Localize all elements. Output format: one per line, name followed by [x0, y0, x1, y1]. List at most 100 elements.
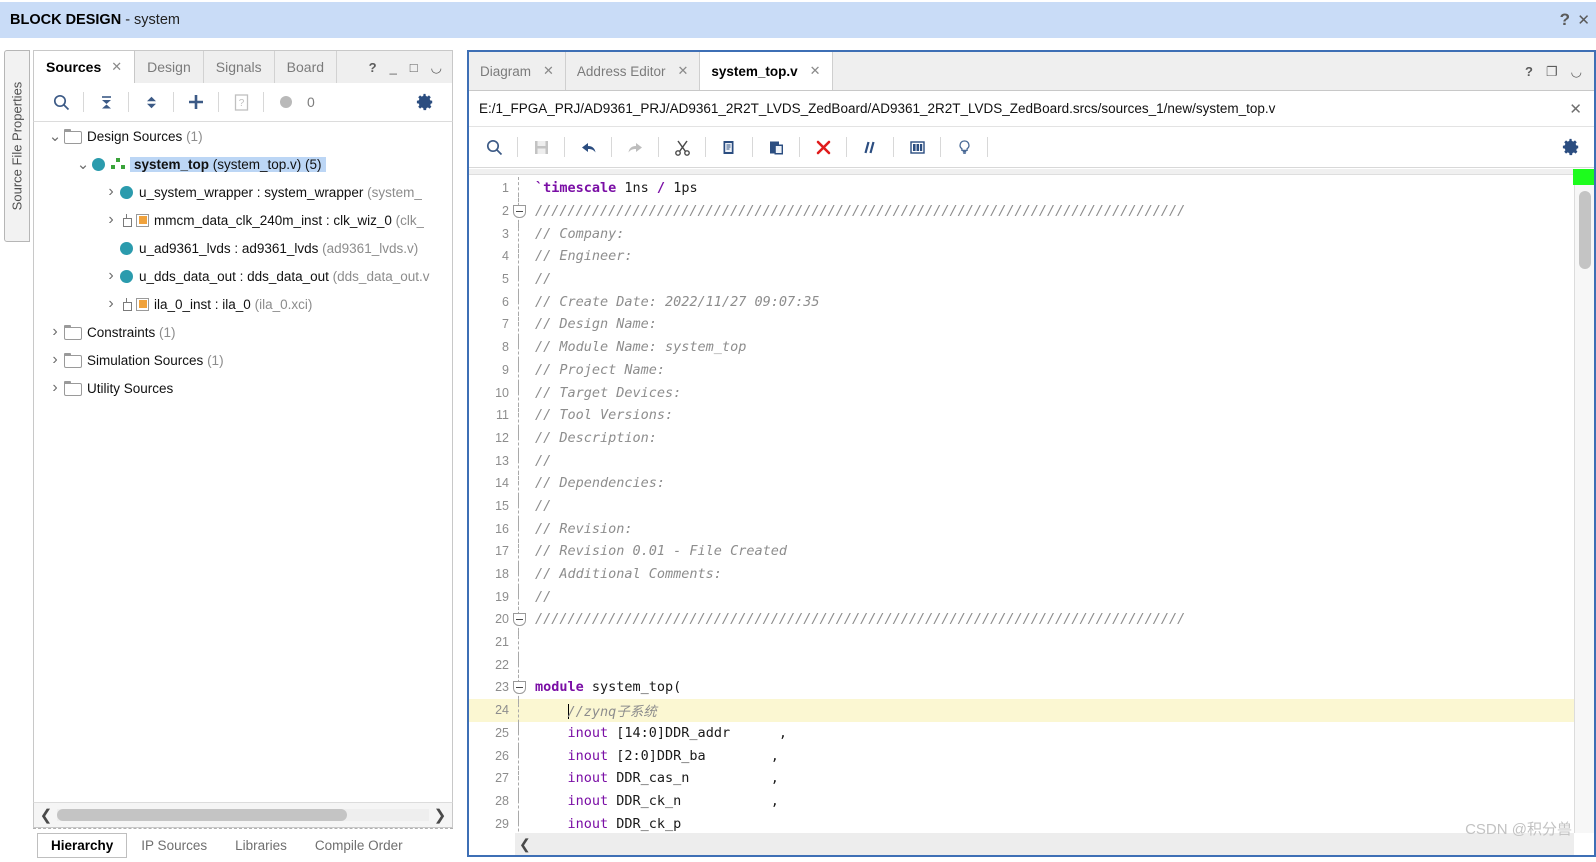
tree-item[interactable]: ⌄system_top (system_top.v) (5) [34, 150, 452, 178]
chevron-right-icon[interactable]: › [46, 379, 64, 397]
chevron-right-icon[interactable]: › [102, 267, 120, 285]
comment-icon[interactable] [853, 132, 887, 162]
code-line[interactable]: 19// [469, 585, 1594, 608]
code-line[interactable]: 15// [469, 495, 1594, 518]
tree-item[interactable]: ›Constraints (1) [34, 318, 452, 346]
code-line[interactable]: 29 inout DDR_ck_p [469, 812, 1594, 835]
code-line[interactable]: 14// Dependencies: [469, 472, 1594, 495]
code-line[interactable]: 22 [469, 653, 1594, 676]
question-mark-icon[interactable]: ? [1560, 10, 1570, 30]
scroll-right-arrow-icon[interactable]: ❯ [432, 806, 448, 824]
code-line[interactable]: 8// Module Name: system_top [469, 336, 1594, 359]
close-icon[interactable]: ✕ [111, 59, 122, 75]
tab-ip-sources[interactable]: IP Sources [127, 833, 221, 858]
columns-icon[interactable] [900, 132, 934, 162]
code-line[interactable]: 27 inout DDR_cas_n , [469, 767, 1594, 790]
code-line[interactable]: 20//////////////////////////////////////… [469, 608, 1594, 631]
report-icon[interactable]: ? [224, 87, 258, 117]
close-icon[interactable]: ✕ [543, 63, 554, 79]
code-fold-toggle-icon[interactable] [509, 205, 529, 218]
gear-icon[interactable] [408, 87, 442, 117]
tab-hierarchy[interactable]: Hierarchy [37, 833, 127, 858]
code-fold-toggle-icon[interactable] [509, 681, 529, 694]
chevron-right-icon[interactable]: › [102, 211, 120, 229]
lightbulb-icon[interactable] [947, 132, 981, 162]
search-icon[interactable] [44, 87, 78, 117]
code-line[interactable]: 2///////////////////////////////////////… [469, 200, 1594, 223]
tree-item[interactable]: ›Simulation Sources (1) [34, 346, 452, 374]
close-icon[interactable]: ✕ [1577, 11, 1590, 29]
code-line[interactable]: 1`timescale 1ns / 1ps [469, 177, 1594, 200]
code-line[interactable]: 23module system_top( [469, 676, 1594, 699]
scroll-left-arrow-icon[interactable]: ❮ [38, 806, 54, 824]
tab-compile-order[interactable]: Compile Order [301, 833, 417, 858]
code-line[interactable]: 18// Additional Comments: [469, 563, 1594, 586]
scrollbar-thumb[interactable] [57, 809, 347, 821]
tree-item[interactable]: ›ila_0_inst : ila_0 (ila_0.xci) [34, 290, 452, 318]
code-line[interactable]: 26 inout [2:0]DDR_ba , [469, 744, 1594, 767]
chevron-right-icon[interactable]: › [46, 351, 64, 369]
code-line[interactable]: 12// Description: [469, 427, 1594, 450]
close-icon[interactable]: ✕ [1569, 100, 1594, 118]
maximize-icon[interactable]: □ [410, 61, 418, 74]
code-line[interactable]: 6// Create Date: 2022/11/27 09:07:35 [469, 290, 1594, 313]
status-dot-icon[interactable] [269, 87, 303, 117]
float-icon[interactable]: ◡ [1571, 65, 1582, 78]
tab-address-editor[interactable]: Address Editor ✕ [566, 52, 700, 90]
paste-icon[interactable] [759, 132, 793, 162]
save-icon[interactable] [524, 132, 558, 162]
scroll-left-arrow-icon[interactable]: ❮ [519, 836, 531, 853]
search-icon[interactable] [477, 132, 511, 162]
delete-icon[interactable] [806, 132, 840, 162]
code-fold-toggle-icon[interactable] [509, 613, 529, 626]
code-line[interactable]: 25 inout [14:0]DDR_addr , [469, 722, 1594, 745]
undo-icon[interactable] [571, 132, 605, 162]
copy-icon[interactable] [712, 132, 746, 162]
code-line[interactable]: 5// [469, 268, 1594, 291]
tab-system-top-v[interactable]: system_top.v ✕ [700, 52, 832, 90]
source-file-properties-vertical-tab[interactable]: Source File Properties [4, 50, 30, 242]
code-line[interactable]: 11// Tool Versions: [469, 404, 1594, 427]
tab-diagram[interactable]: Diagram ✕ [469, 52, 566, 90]
chevron-down-icon[interactable]: ⌄ [46, 132, 64, 141]
code-line[interactable]: 10// Target Devices: [469, 381, 1594, 404]
code-line[interactable]: 24 //zynq子系统 [469, 699, 1594, 722]
tab-signals[interactable]: Signals [204, 51, 275, 83]
tree-item[interactable]: u_ad9361_lvds : ad9361_lvds (ad9361_lvds… [34, 234, 452, 262]
sources-horizontal-scrollbar[interactable]: ❮ ❯ [33, 802, 453, 828]
sources-tree[interactable]: ⌄Design Sources (1)⌄system_top (system_t… [33, 122, 453, 802]
code-editor-area[interactable]: 1`timescale 1ns / 1ps2//////////////////… [469, 169, 1594, 855]
code-horizontal-scrollbar[interactable]: ❮ [515, 833, 1574, 855]
float-icon[interactable]: ◡ [431, 61, 442, 74]
code-line[interactable]: 7// Design Name: [469, 313, 1594, 336]
restore-icon[interactable]: ❐ [1546, 65, 1558, 78]
redo-icon[interactable] [618, 132, 652, 162]
tab-libraries[interactable]: Libraries [221, 833, 301, 858]
plus-icon[interactable] [179, 87, 213, 117]
cut-icon[interactable] [665, 132, 699, 162]
question-mark-icon[interactable]: ? [369, 61, 377, 74]
code-line[interactable]: 9// Project Name: [469, 359, 1594, 382]
tab-design[interactable]: Design [135, 51, 204, 83]
tab-board[interactable]: Board [275, 51, 337, 83]
tree-item[interactable]: ›mmcm_data_clk_240m_inst : clk_wiz_0 (cl… [34, 206, 452, 234]
tab-sources[interactable]: Sources ✕ [34, 51, 135, 83]
code-line[interactable]: 28 inout DDR_ck_n , [469, 790, 1594, 813]
tree-item[interactable]: ›u_dds_data_out : dds_data_out (dds_data… [34, 262, 452, 290]
chevron-right-icon[interactable]: › [102, 183, 120, 201]
code-vertical-scrollbar[interactable]: ▲ [1574, 169, 1594, 833]
tree-item[interactable]: ⌄Design Sources (1) [34, 122, 452, 150]
gear-icon[interactable] [1560, 132, 1594, 162]
code-line[interactable]: 4// Engineer: [469, 245, 1594, 268]
tree-item[interactable]: ›Utility Sources [34, 374, 452, 402]
close-icon[interactable]: ✕ [810, 63, 821, 79]
code-line[interactable]: 16// Revision: [469, 517, 1594, 540]
code-line[interactable]: 13// [469, 449, 1594, 472]
scrollbar-track[interactable] [57, 809, 429, 821]
chevron-right-icon[interactable]: › [46, 323, 64, 341]
collapse-all-icon[interactable] [89, 87, 123, 117]
expand-all-icon[interactable] [134, 87, 168, 117]
tree-item[interactable]: ›u_system_wrapper : system_wrapper (syst… [34, 178, 452, 206]
minimize-icon[interactable]: _ [390, 61, 397, 74]
chevron-right-icon[interactable]: › [102, 295, 120, 313]
